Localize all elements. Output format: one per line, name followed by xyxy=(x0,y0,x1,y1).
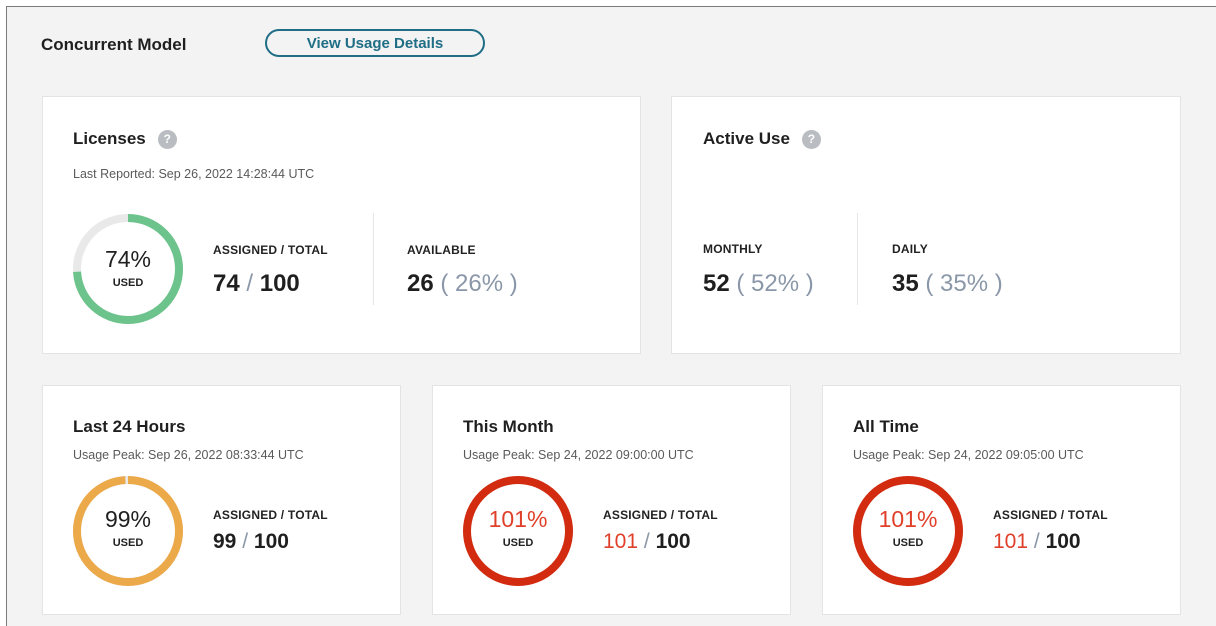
usage-peak: Usage Peak: Sep 26, 2022 08:33:44 UTC xyxy=(73,448,304,462)
card-title: This Month xyxy=(463,417,554,436)
slash: / xyxy=(643,530,650,553)
assigned-count: 99 xyxy=(213,530,237,553)
active-use-title-text: Active Use xyxy=(703,129,790,148)
slash: / xyxy=(1033,530,1040,553)
licenses-title-text: Licenses xyxy=(73,129,146,148)
slash: / xyxy=(242,530,249,553)
last-24-hours-card: Last 24 Hours Usage Peak: Sep 26, 2022 0… xyxy=(42,385,401,615)
ring-used-label: USED xyxy=(502,537,534,549)
dashboard-frame: Concurrent Model View Usage Details Lice… xyxy=(6,6,1216,626)
daily-value: 35 ( 35% ) xyxy=(892,270,1003,298)
ring-percent: 101% xyxy=(878,506,938,532)
view-usage-details-button[interactable]: View Usage Details xyxy=(265,29,485,57)
ring-used-label: USED xyxy=(112,277,144,289)
ring-percent: 101% xyxy=(488,506,548,532)
slash: / xyxy=(246,270,254,297)
assigned-count: 101 xyxy=(603,530,639,553)
licenses-card: Licenses ? Last Reported: Sep 26, 2022 1… xyxy=(42,96,641,354)
total-count: 100 xyxy=(1045,530,1081,553)
assigned-total-value: 101 / 100 xyxy=(603,530,691,554)
active-use-title: Active Use ? xyxy=(703,129,821,149)
ring-percent: 99% xyxy=(104,506,152,532)
card-title: Last 24 Hours xyxy=(73,417,186,436)
card-title: All Time xyxy=(853,417,919,436)
ring-used-label: USED xyxy=(892,537,924,549)
assigned-count: 101 xyxy=(993,530,1029,553)
monthly-count: 52 xyxy=(703,270,730,297)
daily-label: DAILY xyxy=(892,242,928,256)
daily-percent: ( 35% ) xyxy=(925,270,1003,297)
licenses-usage-ring: 74% USED xyxy=(71,212,185,326)
this-month-card: This Month Usage Peak: Sep 24, 2022 09:0… xyxy=(432,385,791,615)
all-time-card: All Time Usage Peak: Sep 24, 2022 09:05:… xyxy=(822,385,1181,615)
daily-count: 35 xyxy=(892,270,919,297)
licenses-title: Licenses ? xyxy=(73,129,177,149)
help-icon[interactable]: ? xyxy=(801,129,821,149)
available-label: AVAILABLE xyxy=(407,243,476,257)
monthly-label: MONTHLY xyxy=(703,242,763,256)
assigned-total-label: ASSIGNED / TOTAL xyxy=(993,508,1108,522)
last-reported: Last Reported: Sep 26, 2022 14:28:44 UTC xyxy=(73,167,315,181)
monthly-percent: ( 52% ) xyxy=(736,270,814,297)
assigned-total-label: ASSIGNED / TOTAL xyxy=(213,508,328,522)
monthly-value: 52 ( 52% ) xyxy=(703,270,814,298)
ring-used-label: USED xyxy=(112,537,144,549)
assigned-count: 74 xyxy=(213,270,240,297)
this-month-usage-ring: 101% USED xyxy=(461,474,575,588)
help-icon[interactable]: ? xyxy=(157,129,177,149)
assigned-total-value: 101 / 100 xyxy=(993,530,1081,554)
assigned-total-value: 99 / 100 xyxy=(213,530,289,554)
usage-peak: Usage Peak: Sep 24, 2022 09:00:00 UTC xyxy=(463,448,694,462)
total-count: 100 xyxy=(253,530,289,553)
ring-percent: 74% xyxy=(104,246,152,272)
assigned-total-label: ASSIGNED / TOTAL xyxy=(213,243,328,257)
last-24-usage-ring: 99% USED xyxy=(71,474,185,588)
usage-peak: Usage Peak: Sep 24, 2022 09:05:00 UTC xyxy=(853,448,1084,462)
available-count: 26 xyxy=(407,270,434,297)
divider xyxy=(373,213,374,305)
assigned-total-value: 74 / 100 xyxy=(213,270,300,298)
divider xyxy=(857,213,858,305)
all-time-usage-ring: 101% USED xyxy=(851,474,965,588)
available-value: 26 ( 26% ) xyxy=(407,270,518,298)
total-count: 100 xyxy=(259,270,300,297)
assigned-total-label: ASSIGNED / TOTAL xyxy=(603,508,718,522)
page-title: Concurrent Model xyxy=(41,35,187,54)
active-use-card: Active Use ? MONTHLY 52 ( 52% ) DAILY 35… xyxy=(671,96,1181,354)
available-percent: ( 26% ) xyxy=(440,270,518,297)
total-count: 100 xyxy=(655,530,691,553)
